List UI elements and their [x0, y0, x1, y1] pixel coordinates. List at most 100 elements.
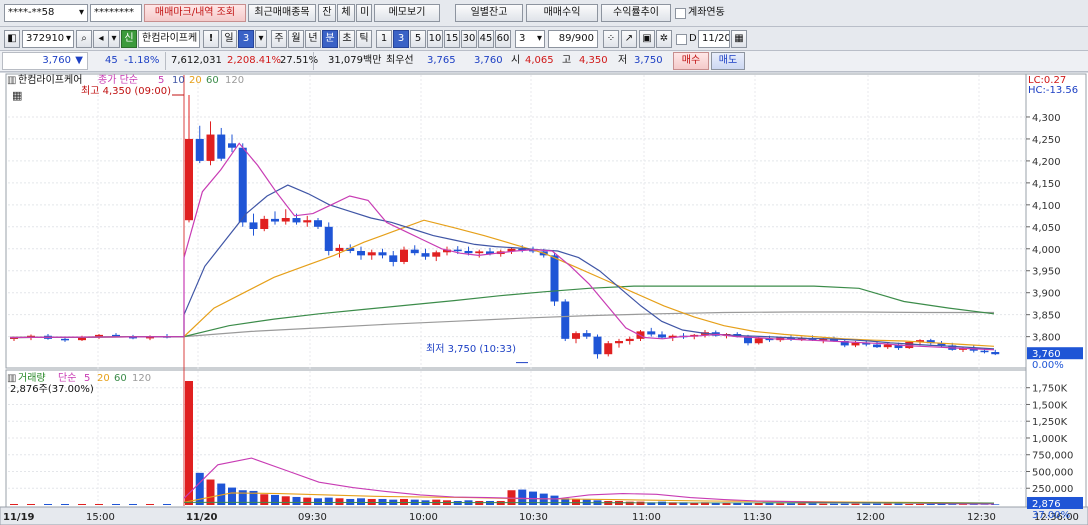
hc-value: HC:-13.56 [1028, 85, 1079, 96]
chart-area[interactable]: 4,300 4,250 4,200 4,150 4,100 4,050 4,000 3,950… [0, 73, 1088, 525]
period-minute[interactable]: 분 [322, 30, 338, 48]
candle-body [475, 251, 484, 254]
calendar-icon[interactable]: ▦ [731, 30, 747, 48]
price-tick-label: 4,150 [1032, 179, 1061, 190]
interval-1[interactable]: 1 [376, 30, 392, 48]
interval-5[interactable]: 5 [410, 30, 426, 48]
trade-amount: 31,079백만 [328, 55, 382, 66]
chart-settings-icon[interactable]: ◧ [4, 30, 20, 48]
volume-bar [44, 503, 52, 505]
tab-unfilled[interactable]: 미 [356, 4, 372, 22]
volume-bar [873, 503, 881, 505]
candle-body [271, 218, 279, 222]
candle-body [980, 350, 989, 353]
price-tick-label: 4,050 [1032, 223, 1061, 234]
trendline-icon[interactable]: ↗ [621, 30, 637, 48]
high-annotation: 최고 4,350 (09:00) [81, 86, 172, 97]
candle-body [572, 333, 580, 339]
interval-dropdown[interactable]: 3 ▾ [515, 30, 545, 48]
period-day[interactable]: 일 [221, 30, 237, 48]
buy-button[interactable]: 매수 [673, 52, 709, 70]
trade-mark-lookup-button[interactable]: 매매마크/내역 조회 [144, 4, 246, 22]
candle-body [582, 333, 591, 337]
current-price-tag-text: 3,760 [1032, 349, 1061, 360]
candle-body [905, 341, 914, 349]
volume-bar [303, 497, 312, 505]
candle-body [335, 247, 344, 251]
date-input[interactable]: 11/20 [698, 30, 730, 48]
open-label: 시 [511, 55, 521, 66]
interval-10[interactable]: 10 [427, 30, 443, 48]
chevron-down-icon[interactable]: ▾ [255, 30, 267, 48]
period-value[interactable]: 3 [238, 30, 254, 48]
daily-balance-button[interactable]: 일별잔고 [455, 4, 523, 22]
candle-body [991, 352, 1000, 355]
tab-balance[interactable]: 잔 [318, 4, 336, 22]
chevron-down-icon[interactable]: ▾ [108, 30, 120, 48]
credit-badge-icon: 신 [121, 30, 137, 48]
period-year[interactable]: 년 [305, 30, 321, 48]
interval-60[interactable]: 60 [495, 30, 511, 48]
account-toolbar: ****-**58 ▾ ******** 매매마크/내역 조회 최근매매종목 잔… [0, 0, 1088, 27]
save-icon[interactable]: ▣ [639, 30, 655, 48]
warning-button[interactable]: ! [203, 30, 219, 48]
volume-bar [883, 503, 892, 505]
chevron-down-icon: ▾ [65, 33, 71, 44]
speaker-icon[interactable]: ◂ [93, 30, 109, 48]
stock-chart[interactable]: 4,300 4,250 4,200 4,150 4,100 4,050 4,000 3,950… [0, 73, 1088, 525]
ma-legend-10: 10 [172, 75, 185, 86]
trade-profit-button[interactable]: 매매수익 [526, 4, 598, 22]
period-second[interactable]: 초 [339, 30, 355, 48]
gear-icon[interactable]: ✲ [656, 30, 672, 48]
time-label: 12:30 [967, 512, 996, 523]
candle-body [432, 252, 441, 257]
account-select[interactable]: ****-**58 ▾ [4, 4, 88, 22]
period-tick[interactable]: 틱 [356, 30, 372, 48]
interval-15[interactable]: 15 [444, 30, 460, 48]
volume-bar [95, 503, 103, 505]
candle-body [647, 331, 656, 335]
stock-code-input[interactable]: 372910 ▾ [22, 30, 74, 48]
recent-trades-button[interactable]: 최근매매종목 [248, 4, 316, 22]
candle-body [61, 338, 69, 341]
account-link-checkbox[interactable] [675, 8, 686, 19]
volume-bar [690, 502, 699, 505]
interval-3[interactable]: 3 [393, 30, 409, 48]
candle-body [249, 222, 258, 229]
candle-body [464, 250, 473, 254]
best-quote-label: 최우선 [386, 55, 414, 66]
volume-bar [146, 503, 154, 505]
volume-bar [78, 503, 86, 505]
stock-name-field[interactable]: 한컴라이프케 [138, 30, 200, 48]
volume-bar [905, 503, 914, 505]
volume-bar [969, 504, 978, 505]
price-tick-label: 3,850 [1032, 311, 1061, 322]
sell-button[interactable]: 매도 [711, 52, 745, 70]
candle-body [615, 341, 623, 344]
date-label: D [689, 33, 697, 44]
period-week[interactable]: 주 [271, 30, 287, 48]
candle-body [873, 344, 881, 348]
candle-body [185, 138, 193, 221]
return-trend-button[interactable]: 수익률추이 [601, 4, 671, 22]
volume-bar [797, 503, 806, 505]
bar-count-field[interactable]: 89/900 [548, 30, 598, 48]
memo-view-button[interactable]: 메모보기 [374, 4, 440, 22]
candle-legend-icon: ▥ [7, 75, 17, 86]
tab-executed[interactable]: 체 [337, 4, 355, 22]
interval-45[interactable]: 45 [478, 30, 494, 48]
search-icon[interactable]: ⌕ [76, 30, 92, 48]
volume-bar [260, 494, 269, 505]
password-field[interactable]: ******** [90, 4, 142, 22]
volume-tick-label: 500,000 [1032, 467, 1073, 478]
table-icon[interactable]: ▦ [12, 90, 22, 102]
interval-30[interactable]: 30 [461, 30, 477, 48]
high-price: 4,350 [579, 55, 608, 66]
magnet-icon[interactable]: ⁘ [603, 30, 619, 48]
period-month[interactable]: 월 [288, 30, 304, 48]
volume-bar [658, 501, 666, 505]
best-bid: 3,760 [474, 55, 503, 66]
volume-bar [550, 495, 559, 505]
date-checkbox[interactable] [676, 34, 687, 45]
time-label: 10:00 [409, 512, 438, 523]
